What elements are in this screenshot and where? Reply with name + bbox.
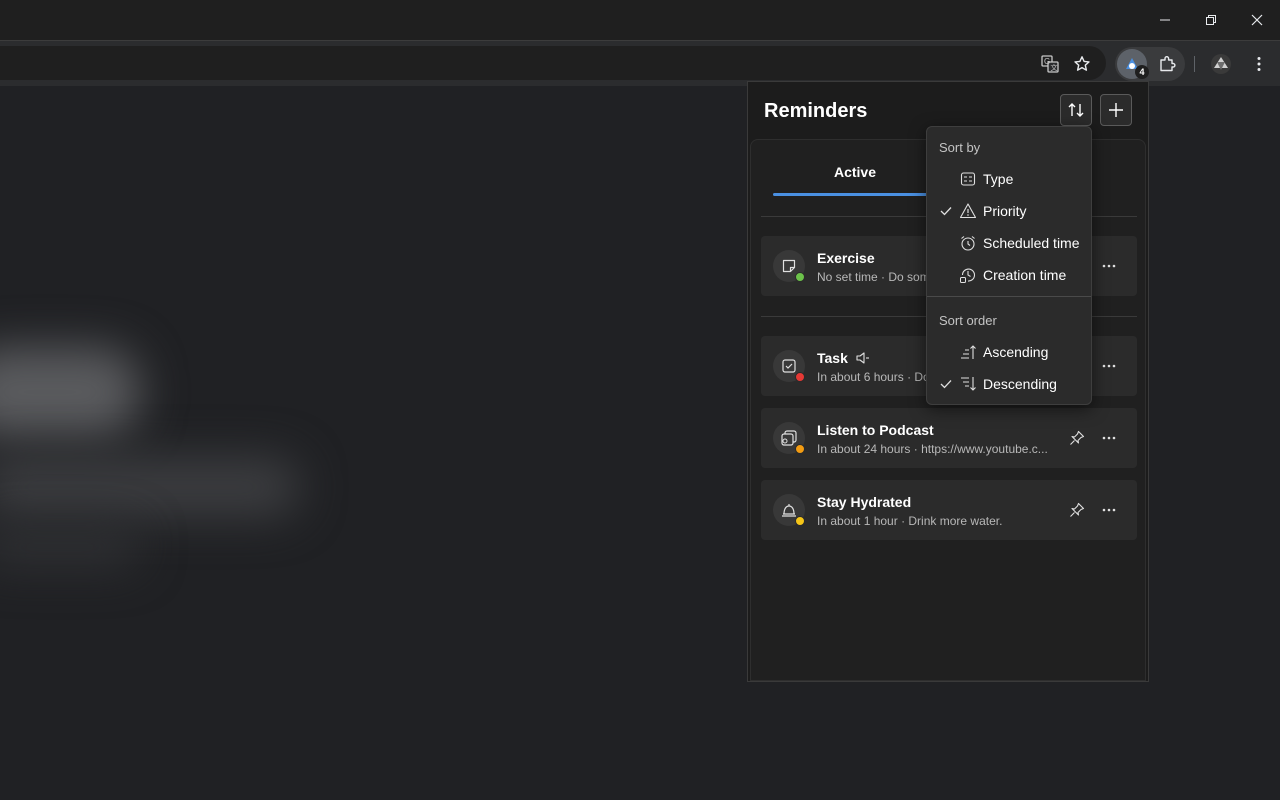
extension-badge: 4 [1135,65,1149,79]
warning-icon [959,203,977,219]
checkmark-icon [940,380,952,389]
reminder-more-button[interactable] [1097,498,1121,522]
address-bar[interactable] [0,46,1106,80]
status-dot [795,444,805,454]
sort-menu: Sort by Type Priority Scheduled time Cre… [926,126,1092,405]
reminder-title-text: Task [817,350,848,366]
reminder-more-button[interactable] [1097,426,1121,450]
sort-by-creation-time[interactable]: Creation time [931,260,1087,290]
active-tab-indicator [773,193,937,196]
title-bar [0,0,1280,40]
reminder-more-button[interactable] [1097,254,1121,278]
sort-by-heading: Sort by [939,140,981,155]
svg-text:G: G [1044,57,1050,66]
reminder-title: Task [817,350,870,366]
more-horizontal-icon [1102,508,1116,512]
puzzle-icon [1160,56,1176,72]
sort-icon [1068,103,1084,117]
reminder-subtitle: No set time · Do som [817,270,930,284]
menu-item-label: Priority [983,203,1027,219]
restore-icon [1206,15,1216,25]
sort-by-scheduled-time[interactable]: Scheduled time [931,228,1087,258]
blurred-content [0,347,140,437]
checkbox-icon [782,359,796,373]
plus-icon [1109,103,1123,117]
tab-active[interactable]: Active [773,164,937,194]
status-dot [795,372,805,382]
type-icon [960,172,976,186]
menu-item-label: Scheduled time [983,235,1080,251]
descending-icon [961,377,976,391]
sort-by-priority[interactable]: Priority [931,196,1087,226]
translate-button[interactable]: G 文 [1036,50,1064,78]
profile-button[interactable] [1207,50,1235,78]
ascending-icon [961,345,976,359]
profile-icon [1211,54,1231,74]
menu-item-label: Type [983,171,1014,187]
alarm-icon [961,236,975,251]
speaker-icon [856,352,869,364]
menu-separator [927,296,1091,297]
popup-title: Reminders [764,100,868,122]
restore-button[interactable] [1188,0,1234,40]
browser-toolbar: G 文 4 [0,40,1280,86]
sort-by-type[interactable]: Type [931,164,1087,194]
sort-order-descending[interactable]: Descending [931,369,1087,399]
toolbar-separator [1194,56,1195,72]
sticky-note-icon [782,259,796,273]
minimize-button[interactable] [1142,0,1188,40]
more-horizontal-icon [1102,364,1116,368]
status-dot [795,272,805,282]
reminder-subtitle: In about 24 hours · https://www.youtube.… [817,442,1048,456]
close-button[interactable] [1234,0,1280,40]
web-link-icon [781,430,797,446]
minimize-icon [1160,19,1170,21]
checkmark-icon [940,207,952,216]
extensions-menu-button[interactable] [1153,50,1181,78]
sort-order-heading: Sort order [939,313,997,328]
bookmark-star-button[interactable] [1068,50,1096,78]
pin-icon [1070,502,1085,517]
svg-text:文: 文 [1051,63,1058,72]
reminder-more-button[interactable] [1097,354,1121,378]
sort-button[interactable] [1060,94,1092,126]
pin-icon [1070,430,1085,445]
chrome-menu-button[interactable] [1245,50,1273,78]
sort-order-ascending[interactable]: Ascending [931,337,1087,367]
status-dot [795,516,805,526]
add-reminder-button[interactable] [1100,94,1132,126]
reminders-extension-button[interactable]: 4 [1117,49,1149,79]
reminder-title: Stay Hydrated [817,494,912,510]
history-icon [960,268,976,283]
menu-item-label: Descending [983,376,1057,392]
reminder-pin-button[interactable] [1065,498,1089,522]
translate-icon: G 文 [1041,55,1059,73]
more-horizontal-icon [1102,264,1116,268]
menu-item-label: Creation time [983,267,1067,283]
reminder-title: Listen to Podcast [817,422,934,438]
blurred-content [0,527,140,567]
reminder-subtitle: In about 6 hours · Do [817,370,930,384]
reminder-card[interactable]: Listen to Podcast In about 24 hours · ht… [761,408,1137,468]
bell-icon [782,504,796,517]
menu-item-label: Ascending [983,344,1049,360]
close-icon [1251,14,1263,26]
reminder-title: Exercise [817,250,875,266]
extensions-pill: 4 [1115,47,1185,81]
star-icon [1074,56,1090,71]
reminder-pin-button[interactable] [1065,426,1089,450]
reminder-subtitle: In about 1 hour · Drink more water. [817,514,1003,528]
more-horizontal-icon [1102,436,1116,440]
reminder-card[interactable]: Stay Hydrated In about 1 hour · Drink mo… [761,480,1137,540]
kebab-menu-icon [1257,57,1261,71]
blurred-content [0,457,300,517]
